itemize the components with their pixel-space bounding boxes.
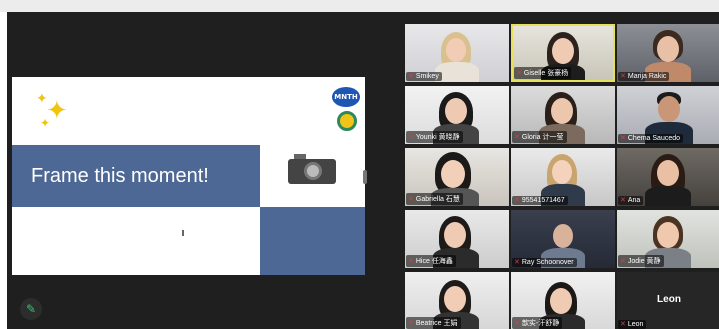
participant-tile[interactable]: ✕ Marija Rakic: [617, 24, 719, 82]
annotate-button[interactable]: ✎: [20, 298, 42, 320]
participant-tile[interactable]: ✕ Chema Saucedo: [617, 86, 719, 144]
mic-muted-icon: ✕: [514, 319, 520, 327]
participant-tile[interactable]: ✕ Hice 任海鑫: [405, 210, 509, 268]
mic-muted-icon: ✕: [514, 259, 520, 266]
mic-muted-icon: ✕: [514, 197, 520, 204]
participant-tile[interactable]: ✕ Younki 黄晓静: [405, 86, 509, 144]
participant-name-tag: ✕ Gloria 计一莹: [512, 131, 567, 143]
participant-tile[interactable]: ✕ 歆实-汗舒静: [511, 272, 615, 329]
school-seal-logo: [337, 111, 357, 131]
participant-name-tag: ✕ Jodie 黄静: [618, 255, 664, 267]
participant-tile[interactable]: ✕ 95541571467: [511, 148, 615, 206]
participant-name-tag: ✕ Giselle 张豪杨: [514, 67, 572, 79]
participant-name-tag: ✕ Gabriella 石慧: [406, 193, 463, 205]
mnth-logo: MNTH: [332, 87, 360, 107]
participant-tile[interactable]: ✕ Ana: [617, 148, 719, 206]
participant-tile[interactable]: ✕ Beatrice 王娟: [405, 272, 509, 329]
participant-name-tag: ✕ Younki 黄晓静: [406, 131, 463, 143]
participant-name-tag: ✕ Smikey: [406, 72, 442, 81]
shared-slide: ✦ ✦ ✦ MNTH Frame this moment!: [12, 77, 365, 275]
mic-muted-icon: ✕: [514, 133, 520, 141]
text-cursor: [182, 230, 184, 236]
participant-display-name: Leon: [657, 294, 681, 305]
meeting-window: ✦ ✦ ✦ MNTH Frame this moment! ✎ ✕ Smikey…: [7, 12, 719, 329]
participant-name-tag: ✕ Leon: [618, 320, 647, 329]
participant-tile[interactable]: ✕ Smikey: [405, 24, 509, 82]
slide-title: Frame this moment!: [31, 164, 209, 187]
participant-name-tag: ✕ 歆实-汗舒静: [512, 317, 563, 329]
participant-tile-camera-off[interactable]: Leon ✕ Leon: [617, 272, 719, 329]
participant-name-tag: ✕ 95541571467: [512, 196, 568, 205]
participant-tile[interactable]: ✕ Gloria 计一莹: [511, 86, 615, 144]
mic-muted-icon: ✕: [620, 257, 626, 265]
zoom-meeting-app: ✦ ✦ ✦ MNTH Frame this moment! ✎ ✕ Smikey…: [0, 0, 719, 329]
slide-decor-block: [260, 207, 365, 275]
mic-muted-icon: ✕: [620, 73, 626, 80]
participant-tile[interactable]: ✕ Jodie 黄静: [617, 210, 719, 268]
split-view-handle[interactable]: [363, 170, 367, 184]
participant-name-tag: ✕ Ray Schoonover: [512, 258, 577, 267]
participant-tile-active-speaker[interactable]: ✕ Giselle 张豪杨: [511, 24, 615, 82]
participant-name-tag: ✕ Beatrice 王娟: [406, 317, 461, 329]
camera-icon: [288, 154, 336, 184]
participant-name-tag: ✕ Ana: [618, 196, 644, 205]
sparkle-icon: ✦: [40, 116, 51, 130]
pencil-icon: ✎: [25, 302, 37, 316]
mic-muted-icon: ✕: [408, 133, 414, 141]
mic-muted-icon: ✕: [408, 319, 414, 327]
mic-muted-icon: ✕: [620, 135, 626, 142]
mic-muted-icon: ✕: [408, 73, 414, 80]
mic-muted-icon: ✕: [620, 321, 626, 328]
participant-name-tag: ✕ Hice 任海鑫: [406, 255, 456, 267]
mic-muted-icon: ✕: [620, 197, 626, 204]
mic-muted-icon: ✕: [408, 195, 414, 203]
window-top-bar: [0, 0, 719, 12]
mic-muted-icon: ✕: [408, 257, 414, 265]
participant-name-tag: ✕ Marija Rakic: [618, 72, 670, 81]
participant-tile[interactable]: ✕ Gabriella 石慧: [405, 148, 509, 206]
mic-muted-icon: ✕: [516, 69, 522, 77]
slide-title-band: Frame this moment!: [12, 145, 260, 207]
gallery-view: ✕ Smikey ✕ Giselle 张豪杨 ✕ Marija Rakic ✕ …: [405, 24, 719, 329]
participant-name-tag: ✕ Chema Saucedo: [618, 134, 684, 143]
participant-tile[interactable]: ✕ Ray Schoonover: [511, 210, 615, 268]
